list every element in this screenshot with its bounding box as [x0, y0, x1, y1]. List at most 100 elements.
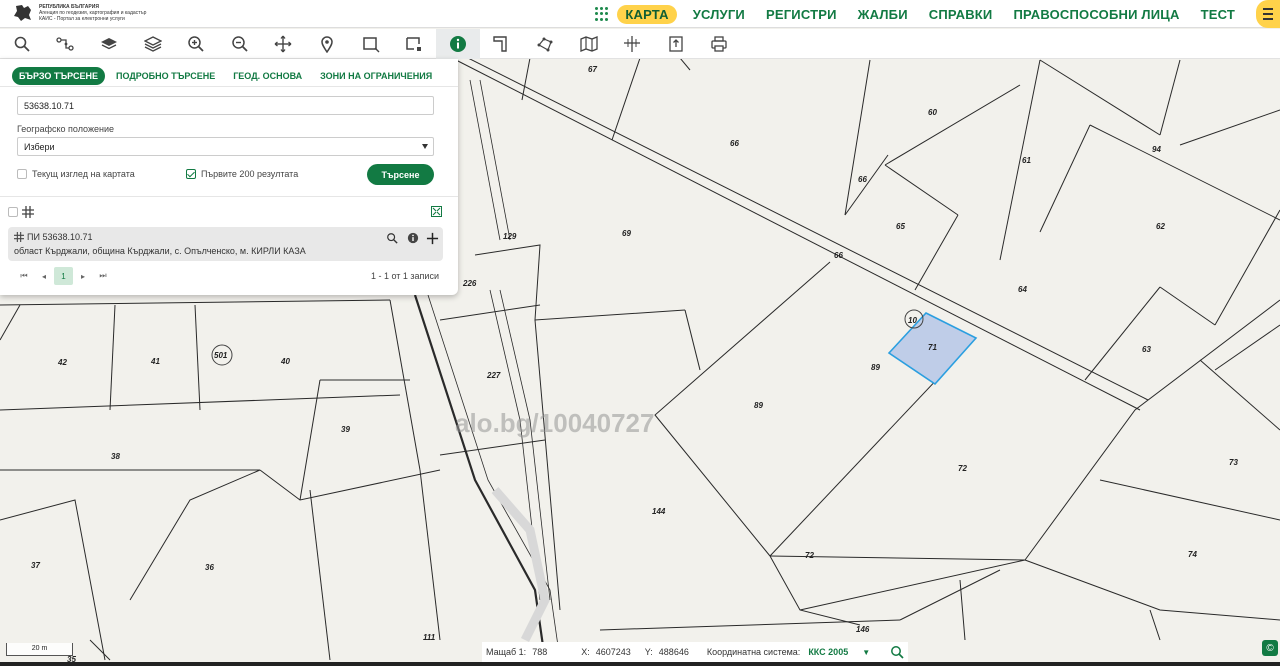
hamburger-menu-icon[interactable] [1256, 0, 1280, 28]
plot-label: 94 [1152, 145, 1161, 154]
route-icon[interactable] [44, 29, 88, 59]
zoom-in-icon[interactable] [174, 29, 218, 59]
add-plus-icon[interactable] [425, 231, 439, 245]
tab-detailed-search[interactable]: ПОДРОБНО ТЪРСЕНЕ [109, 67, 222, 85]
polygon-icon[interactable] [523, 29, 567, 59]
plot-label: 38 [111, 452, 120, 461]
nav-services[interactable]: УСЛУГИ [693, 7, 745, 22]
tab-restriction-zones[interactable]: ЗОНИ НА ОГРАНИЧЕНИЯ [313, 67, 439, 85]
plot-label: 74 [1188, 550, 1197, 559]
app-header: РЕПУБЛИКА БЪЛГАРИЯ Агенция по геодезия, … [0, 0, 1280, 28]
prev-page-icon[interactable]: ◂ [34, 267, 54, 285]
map-icon[interactable] [567, 29, 611, 59]
search-result-item[interactable]: ПИ 53638.10.71 област Кърджали, община К… [8, 227, 443, 261]
first-page-icon[interactable]: ⏮ [14, 267, 34, 285]
apps-grid-icon[interactable] [595, 7, 609, 21]
current-view-checkbox[interactable] [17, 169, 27, 179]
bottom-strip [0, 662, 1280, 666]
plot-label: 227 [486, 371, 501, 380]
plot-label: 144 [652, 507, 666, 516]
crs-select[interactable]: ККС 2005 [808, 647, 848, 657]
search-input[interactable]: 53638.10.71 [17, 96, 434, 115]
parcel-grid-icon [22, 206, 34, 218]
plot-label: 146 [856, 625, 870, 634]
info-icon[interactable] [435, 29, 480, 59]
plot-label: 69 [622, 229, 631, 238]
coordinates-icon[interactable] [610, 29, 654, 59]
export-icon[interactable] [654, 29, 698, 59]
nav-registers[interactable]: РЕГИСТРИ [766, 7, 837, 22]
location-select[interactable]: Избери [17, 137, 434, 156]
nav-complaints[interactable]: ЖАЛБИ [858, 7, 908, 22]
layers-stack-icon[interactable] [131, 29, 175, 59]
current-view-label: Текущ изглед на картата [32, 169, 135, 179]
plot-label: 89 [871, 363, 880, 372]
pagination: ⏮ ◂ 1 ▸ ⏭ [14, 267, 113, 285]
search-tabs: БЪРЗО ТЪРСЕНЕ ПОДРОБНО ТЪРСЕНЕ ГЕОД. ОСН… [0, 59, 458, 87]
select-rect-icon[interactable] [349, 29, 393, 59]
plot-label: 61 [1022, 156, 1031, 165]
zoom-to-search-icon[interactable] [385, 231, 399, 245]
search-panel: БЪРЗО ТЪРСЕНЕ ПОДРОБНО ТЪРСЕНЕ ГЕОД. ОСН… [0, 59, 458, 295]
tab-geodetic-base[interactable]: ГЕОД. ОСНОВА [226, 67, 309, 85]
pager-info: 1 - 1 от 1 записи [370, 271, 439, 281]
nav-references[interactable]: СПРАВКИ [929, 7, 993, 22]
select-area-icon[interactable] [392, 29, 436, 59]
select-all-checkbox[interactable] [8, 207, 18, 217]
nav-map[interactable]: КАРТА [617, 4, 677, 24]
tab-quick-search[interactable]: БЪРЗО ТЪРСЕНЕ [12, 66, 105, 85]
panel-divider [0, 196, 458, 197]
result-address: област Кърджали, община Кърджали, с. Опъ… [14, 246, 306, 256]
plot-label: 66 [834, 251, 843, 260]
layers-icon[interactable] [87, 29, 131, 59]
marker-icon[interactable] [305, 29, 349, 59]
copyright-icon[interactable]: © [1262, 640, 1278, 656]
crs-dropdown-icon[interactable]: ▼ [862, 648, 870, 657]
map-toolbar [0, 29, 1280, 59]
plot-label: 73 [1229, 458, 1238, 467]
info-circle-icon[interactable] [406, 231, 420, 245]
next-page-icon[interactable]: ▸ [73, 267, 93, 285]
plot-label: 63 [1142, 345, 1151, 354]
print-icon[interactable] [698, 29, 742, 59]
plot-label: 71 [928, 343, 937, 352]
plot-label: 129 [503, 232, 517, 241]
measure-icon[interactable] [480, 29, 524, 59]
plot-label: 501 [214, 351, 228, 360]
location-label: Географско положение [17, 124, 114, 134]
search-icon[interactable] [0, 29, 44, 59]
parcel-grid-icon [14, 232, 24, 242]
plot-label: 72 [805, 551, 814, 560]
crs-label: Координатна система: [706, 647, 801, 657]
result-title: ПИ 53638.10.71 [27, 232, 93, 242]
plot-label: 67 [588, 65, 597, 74]
y-label: Y: [644, 647, 653, 657]
coordinate-search-icon[interactable] [890, 645, 904, 659]
plot-label: 40 [280, 357, 290, 366]
logo-portal: КАИС - Портал за електронни услуги [39, 16, 125, 22]
plot-label: 65 [896, 222, 905, 231]
last-page-icon[interactable]: ⏭ [93, 267, 113, 285]
pan-icon[interactable] [262, 29, 306, 59]
plot-label: 10 [908, 316, 917, 325]
zoom-out-icon[interactable] [218, 29, 262, 59]
plot-label: 42 [57, 358, 67, 367]
first200-checkbox[interactable] [186, 169, 196, 179]
scale-value: 788 [532, 647, 548, 657]
coat-of-arms-icon [14, 5, 31, 21]
plot-label: 37 [31, 561, 40, 570]
plot-label: 111 [423, 633, 436, 642]
search-button[interactable]: Търсене [367, 164, 434, 185]
expand-icon[interactable] [431, 206, 442, 217]
plot-label: 66 [730, 139, 739, 148]
plot-label: 72 [958, 464, 967, 473]
nav-licensed-persons[interactable]: ПРАВОСПОСОБНИ ЛИЦА [1013, 7, 1179, 22]
status-bar: Мащаб 1: 788 X: 4607243 Y: 488646 Коорди… [482, 642, 908, 662]
nav-test[interactable]: ТЕСТ [1201, 7, 1235, 22]
plot-label: 39 [341, 425, 350, 434]
page-number[interactable]: 1 [54, 267, 73, 285]
plot-label: 36 [205, 563, 214, 572]
plot-label: 41 [150, 357, 160, 366]
plot-label: 226 [462, 279, 477, 288]
agency-logo[interactable]: РЕПУБЛИКА БЪЛГАРИЯ Агенция по геодезия, … [12, 2, 146, 24]
